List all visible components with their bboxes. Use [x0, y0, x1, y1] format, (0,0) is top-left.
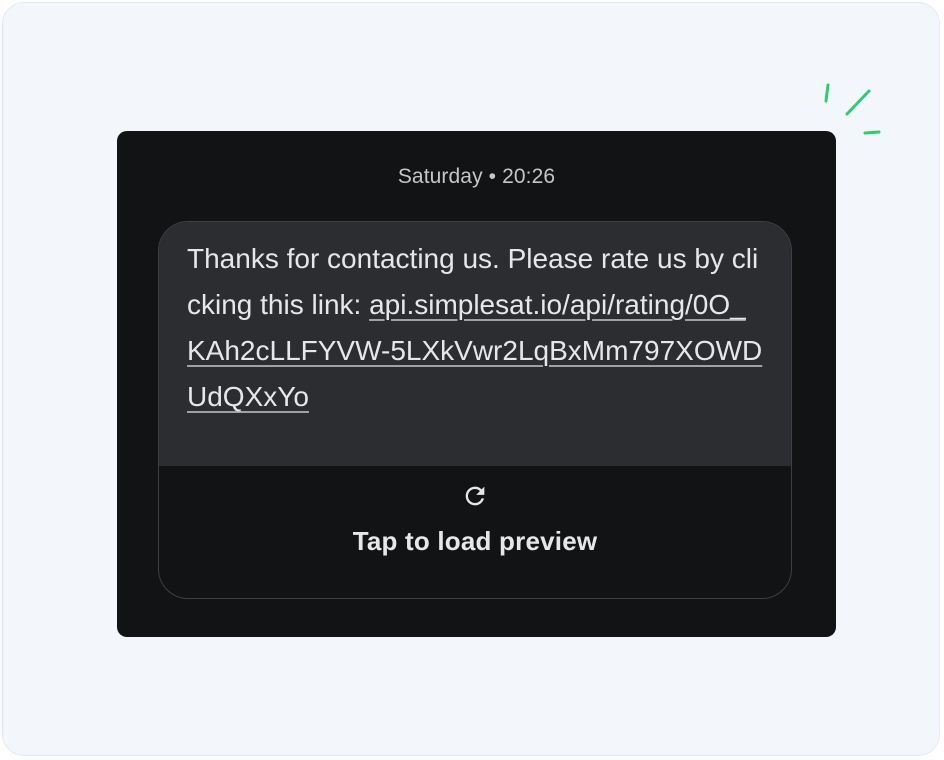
message-text: Thanks for contacting us. Please rate us…: [187, 236, 763, 420]
sparkle-decoration-icon: [824, 83, 881, 135]
message-timestamp: Saturday • 20:26: [117, 165, 836, 189]
outer-card: Saturday • 20:26 Thanks for contacting us.…: [2, 2, 940, 756]
timestamp-day: Saturday: [397, 165, 483, 188]
messages-panel: Saturday • 20:26 Thanks for contacting us.…: [117, 131, 836, 637]
refresh-icon: [465, 486, 485, 506]
timestamp-time: 20:26: [502, 165, 556, 188]
timestamp-separator: •: [488, 165, 497, 188]
link-preview-placeholder[interactable]: Tap to load preview: [159, 466, 791, 598]
message-bubble[interactable]: Thanks for contacting us. Please rate us…: [158, 221, 792, 599]
message-body: Thanks for contacting us. Please rate us…: [159, 222, 791, 466]
tap-to-load-preview-label: Tap to load preview: [352, 526, 598, 556]
